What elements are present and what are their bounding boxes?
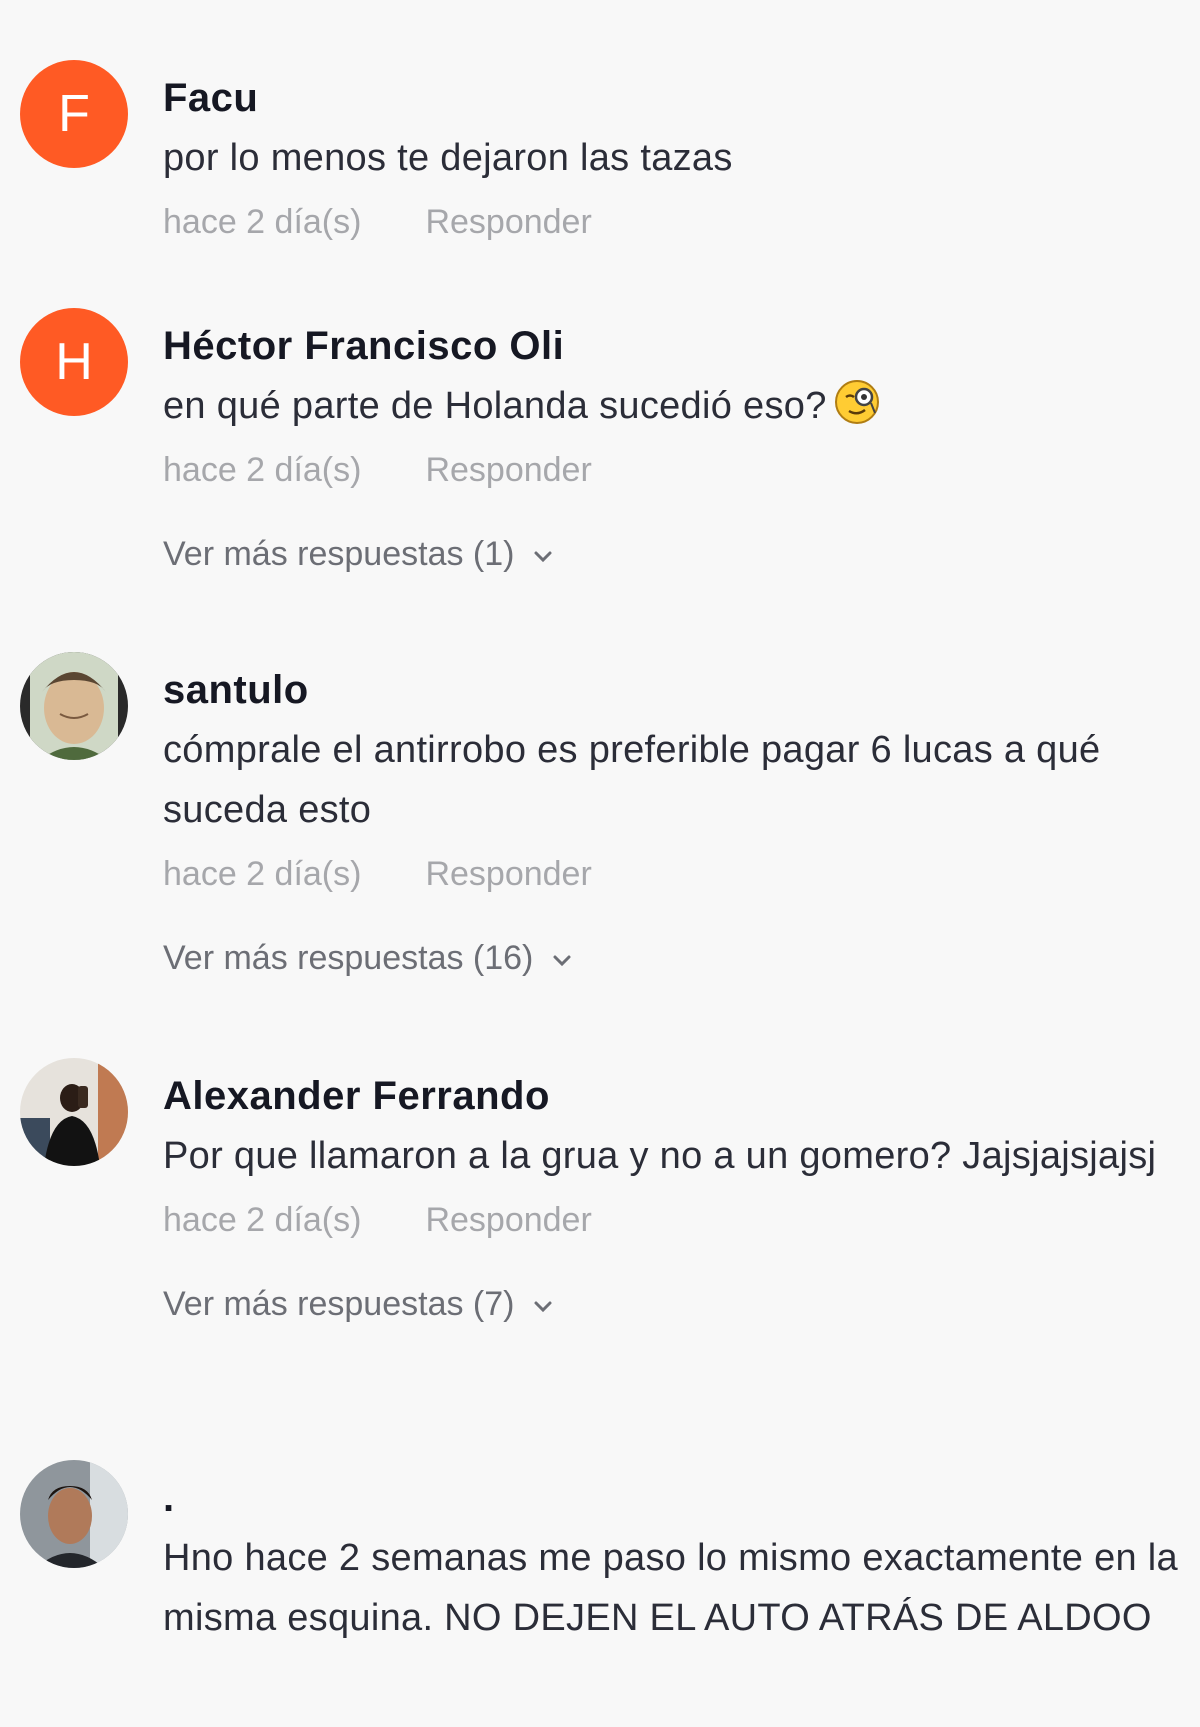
reply-button[interactable]: Responder	[425, 852, 591, 896]
view-more-replies-label: Ver más respuestas (1)	[163, 535, 515, 573]
comment-text: por lo menos te dejaron las tazas	[163, 137, 733, 179]
comment-timestamp: hace 2 día(s)	[163, 203, 362, 241]
reply-button[interactable]: Responder	[425, 200, 591, 244]
avatar[interactable]	[20, 652, 128, 760]
avatar[interactable]: H	[20, 308, 128, 416]
chevron-down-icon	[553, 955, 571, 967]
comment-timestamp: hace 2 día(s)	[163, 855, 362, 893]
comment-username[interactable]: Facu	[163, 74, 1183, 122]
comment-username[interactable]: santulo	[163, 666, 1183, 714]
comment-timestamp: hace 2 día(s)	[163, 451, 362, 489]
view-more-replies[interactable]: Ver más respuestas (7)	[163, 1282, 1183, 1326]
avatar-photo	[20, 1460, 128, 1568]
comment-text: Hno hace 2 semanas me paso lo mismo exac…	[163, 1537, 1178, 1639]
view-more-replies-label: Ver más respuestas (16)	[163, 939, 534, 977]
chevron-down-icon	[534, 551, 552, 563]
avatar[interactable]: F	[20, 60, 128, 168]
comment-text: cómprale el antirrobo es preferible paga…	[163, 729, 1101, 831]
reply-button[interactable]: Responder	[425, 1198, 591, 1242]
comment-list: F Facu por lo menos te dejaron las tazas…	[0, 0, 1200, 1727]
comment-text-row: en qué parte de Holanda sucedió eso?	[163, 376, 1183, 436]
avatar-photo	[20, 1058, 128, 1166]
comment-username[interactable]: Alexander Ferrando	[163, 1072, 1183, 1120]
monocle-face-emoji-icon	[834, 380, 879, 424]
comment-text: en qué parte de Holanda sucedió eso?	[163, 385, 827, 427]
comment-username[interactable]: .	[163, 1474, 1183, 1522]
comment-timestamp: hace 2 día(s)	[163, 1201, 362, 1239]
view-more-replies[interactable]: Ver más respuestas (1)	[163, 532, 1183, 576]
view-more-replies-label: Ver más respuestas (7)	[163, 1285, 515, 1323]
view-more-replies[interactable]: Ver más respuestas (16)	[163, 936, 1183, 980]
avatar-photo	[20, 652, 128, 760]
comment-text: Por que llamaron a la grua y no a un gom…	[163, 1135, 1157, 1177]
avatar[interactable]	[20, 1058, 128, 1166]
avatar[interactable]	[20, 1460, 128, 1568]
reply-button[interactable]: Responder	[425, 448, 591, 492]
comment-username[interactable]: Héctor Francisco Oli	[163, 322, 1183, 370]
chevron-down-icon	[534, 1301, 552, 1313]
